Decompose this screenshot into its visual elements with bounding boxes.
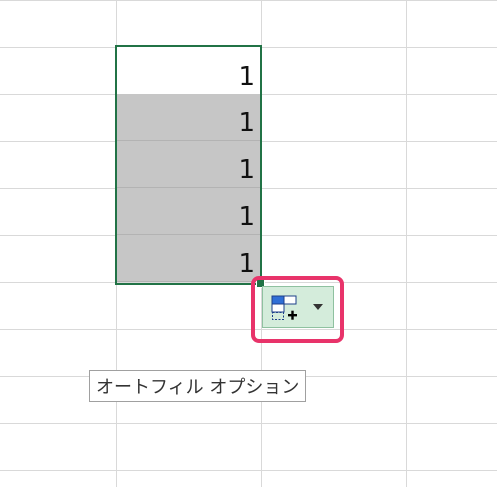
row-gridline <box>0 0 497 1</box>
cell-b4[interactable]: 1 <box>116 141 261 188</box>
row-gridline <box>0 470 497 471</box>
cell-b2[interactable]: 1 <box>116 47 261 94</box>
row-gridline <box>0 282 497 283</box>
autofill-options-icon <box>271 295 297 320</box>
row-gridline <box>0 329 497 330</box>
column-gridline <box>406 0 407 487</box>
cell-b6[interactable]: 1 <box>116 235 261 282</box>
dropdown-arrow-icon <box>313 304 323 310</box>
autofill-options-button[interactable] <box>262 286 334 328</box>
tooltip: オートフィル オプション <box>89 370 307 402</box>
cell-b5[interactable]: 1 <box>116 188 261 235</box>
row-gridline <box>0 423 497 424</box>
column-gridline <box>261 0 262 487</box>
cell-b3[interactable]: 1 <box>116 94 261 141</box>
